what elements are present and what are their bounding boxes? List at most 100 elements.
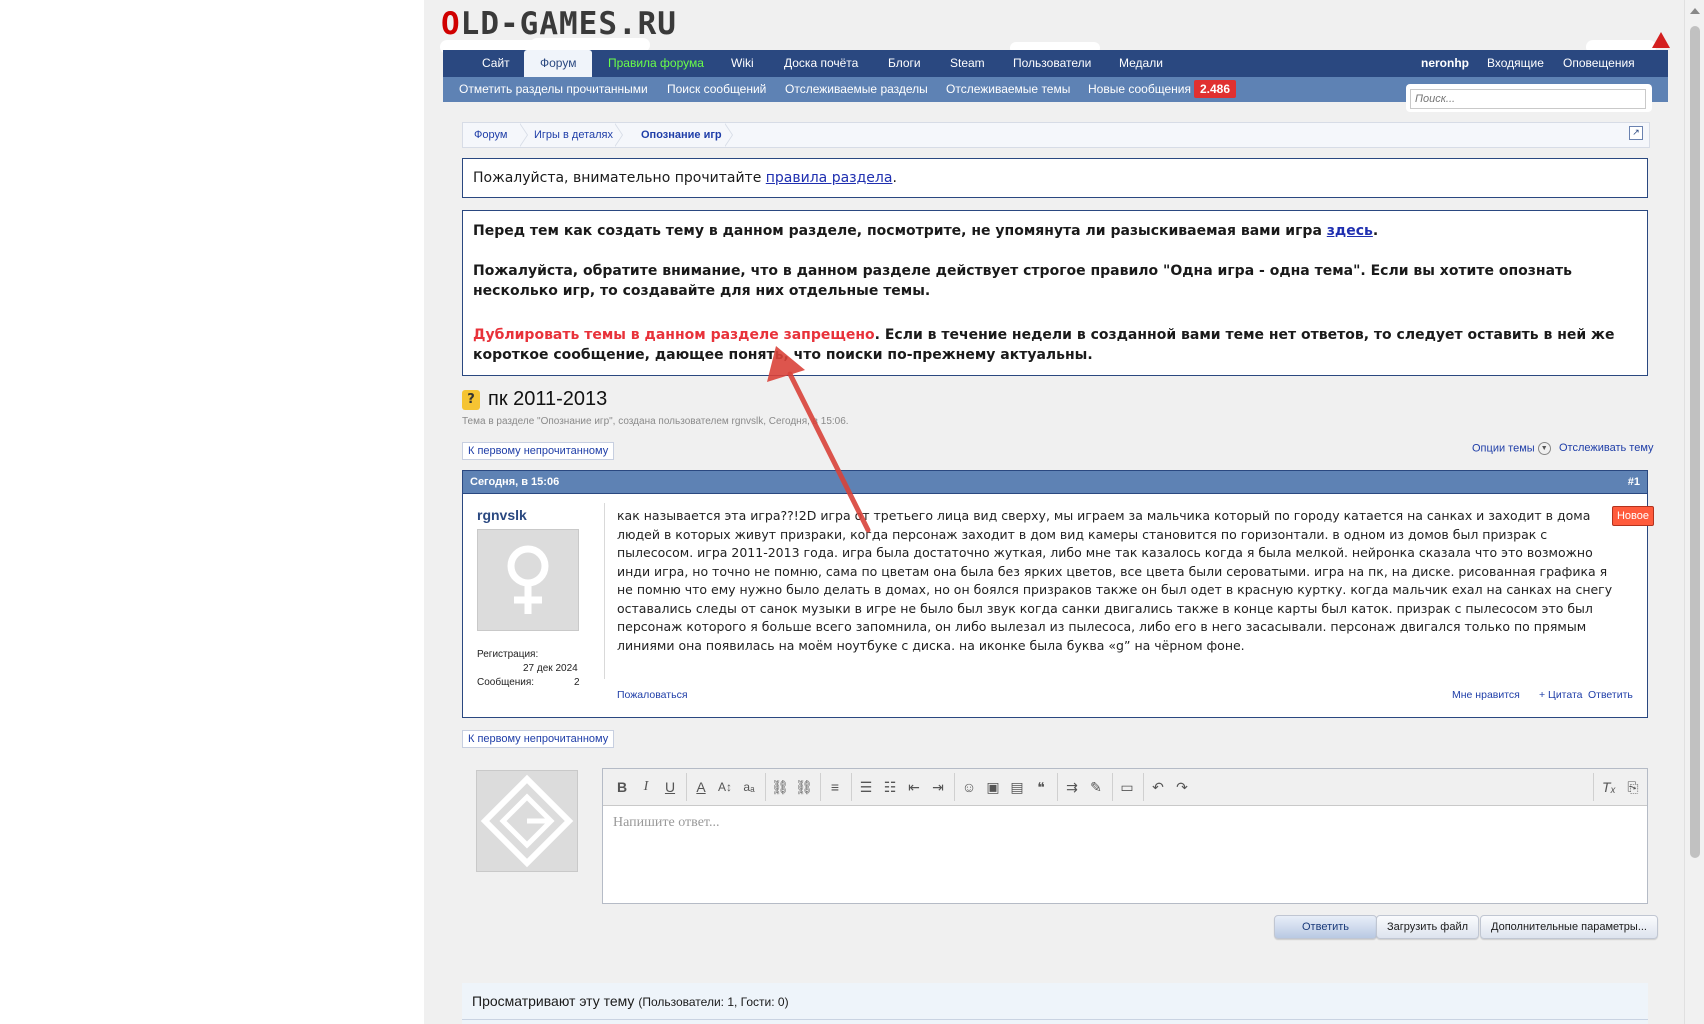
save-draft-icon[interactable]: ▭ — [1116, 776, 1138, 798]
unlink-icon[interactable]: ⛓ — [793, 776, 815, 798]
italic-icon[interactable]: I — [635, 776, 657, 798]
scroll-up-arrow-icon[interactable] — [1690, 8, 1700, 14]
smilie-icon[interactable]: ☺ — [958, 776, 980, 798]
nav-alerts[interactable]: Оповещения — [1563, 50, 1635, 77]
indent-icon[interactable]: ⇥ — [927, 776, 949, 798]
font-size-icon[interactable]: A↕ — [714, 776, 736, 798]
watched-forums-link[interactable]: Отслеживаемые разделы — [785, 77, 928, 102]
nav-inbox[interactable]: Входящие — [1487, 50, 1544, 77]
santa-hat-icon — [1652, 32, 1670, 48]
reply-link[interactable]: Ответить — [1588, 689, 1633, 701]
post-body: как называется эта игра??!2D игра от тре… — [617, 508, 1613, 653]
notice-paragraph-2: Пожалуйста, обратите внимание, что в дан… — [473, 263, 1572, 299]
spoiler-icon[interactable]: ✎ — [1085, 776, 1107, 798]
section-rules-link[interactable]: правила раздела — [766, 170, 893, 186]
quote-link[interactable]: + Цитата — [1539, 689, 1583, 701]
registration-date: 27 дек 2024 — [523, 663, 578, 674]
thread-viewers: Просматривают эту тему (Пользователи: 1,… — [462, 983, 1648, 1024]
media-icon[interactable]: ▤ — [1006, 776, 1028, 798]
nav-site[interactable]: Сайт — [482, 50, 510, 77]
viewers-divider — [462, 1019, 1648, 1020]
nav-blogs[interactable]: Блоги — [888, 50, 921, 77]
post-header: Сегодня, в 15:06 #1 — [463, 471, 1647, 494]
search-posts-link[interactable]: Поиск сообщений — [667, 77, 766, 102]
breadcrumb-separator — [724, 123, 735, 147]
nav-forum-rules[interactable]: Правила форума — [608, 50, 704, 77]
notice-paragraph-1: Перед тем как создать тему в данном разд… — [473, 223, 1379, 239]
post-date[interactable]: Сегодня, в 15:06 — [470, 471, 559, 493]
thread-title: пк 2011-2013 — [488, 388, 608, 410]
watch-thread-link[interactable]: Отслеживать тему — [1559, 442, 1654, 454]
outdent-icon[interactable]: ⇤ — [903, 776, 925, 798]
bold-icon[interactable]: B — [611, 776, 633, 798]
reply-avatar[interactable] — [476, 770, 578, 872]
report-link[interactable]: Пожаловаться — [617, 689, 688, 701]
new-posts-link[interactable]: Новые сообщения — [1088, 77, 1191, 102]
nav-medals[interactable]: Медали — [1119, 50, 1163, 77]
upload-file-button[interactable]: Загрузить файл — [1376, 915, 1480, 939]
reply-textarea[interactable] — [611, 813, 1635, 897]
breadcrumb: Форум Игры в деталях Опознание игр — [462, 122, 1650, 148]
font-family-icon[interactable]: aₐ — [738, 776, 760, 798]
nav-user-account[interactable]: neronhp — [1421, 50, 1469, 77]
submit-reply-button[interactable]: Ответить — [1274, 915, 1378, 939]
breadcrumb-game-identification[interactable]: Опознание игр — [641, 123, 722, 147]
breadcrumb-forum[interactable]: Форум — [474, 123, 507, 147]
remove-format-icon[interactable]: Tₓ — [1598, 776, 1620, 798]
toolbar-separator — [1593, 773, 1594, 801]
insert-icon[interactable]: ⇉ — [1061, 776, 1083, 798]
nav-forum[interactable]: Форум — [524, 50, 593, 78]
registration-label: Регистрация: — [477, 649, 539, 660]
link-icon[interactable]: ⛓ — [769, 776, 791, 798]
toolbar-separator — [1143, 773, 1144, 801]
nav-users[interactable]: Пользователи — [1013, 50, 1091, 77]
messages-count[interactable]: 2 — [574, 677, 580, 688]
first-unread-button-bottom[interactable]: К первому непрочитанному — [462, 730, 615, 748]
vertical-scrollbar[interactable] — [1684, 0, 1704, 1024]
nav-honor-board[interactable]: Доска почёта — [784, 50, 858, 77]
search-input[interactable] — [1410, 89, 1646, 109]
default-avatar-icon — [477, 771, 577, 871]
viewers-title: Просматривают эту тему (Пользователи: 1,… — [472, 993, 789, 1009]
align-icon[interactable]: ≡ — [824, 776, 846, 798]
rules-notice-text: Пожалуйста, внимательно прочитайте прави… — [473, 170, 897, 186]
redo-icon[interactable]: ↷ — [1171, 776, 1193, 798]
underline-icon[interactable]: U — [659, 776, 681, 798]
nav-steam[interactable]: Steam — [950, 50, 985, 77]
site-logo[interactable]: OLD-GAMES.RU — [441, 6, 677, 42]
avatar[interactable] — [477, 529, 579, 631]
post-number[interactable]: #1 — [1628, 471, 1640, 493]
chevron-down-icon: ▼ — [1537, 442, 1551, 455]
font-color-icon[interactable]: A — [690, 776, 712, 798]
first-unread-button[interactable]: К первому непрочитанному — [462, 442, 615, 460]
quote-icon[interactable]: ❝ — [1030, 776, 1052, 798]
mark-forums-read-link[interactable]: Отметить разделы прочитанными — [459, 77, 648, 102]
breadcrumb-games-in-detail[interactable]: Игры в деталях — [534, 123, 613, 147]
like-link[interactable]: Мне нравится — [1452, 689, 1520, 701]
bullet-list-icon[interactable]: ☰ — [855, 776, 877, 798]
new-post-badge: Новое — [1612, 506, 1654, 526]
editor-toolbar: B I U A A↕ aₐ ⛓ ⛓ ≡ ☰ ☷ ⇤ ⇥ ☺ ▣ ▤ ❝ ⇉ ✎ … — [603, 769, 1647, 806]
question-prefix-icon: ? — [462, 390, 480, 410]
breadcrumb-separator — [614, 123, 625, 147]
here-link[interactable]: здесь — [1327, 223, 1373, 239]
viewers-counts: (Пользователи: 1, Гости: 0) — [638, 995, 789, 1009]
left-margin — [0, 0, 424, 1024]
reply-editor: B I U A A↕ aₐ ⛓ ⛓ ≡ ☰ ☷ ⇤ ⇥ ☺ ▣ ▤ ❝ ⇉ ✎ … — [602, 768, 1648, 904]
scrollbar-thumb[interactable] — [1690, 26, 1700, 858]
numbered-list-icon[interactable]: ☷ — [879, 776, 901, 798]
post-author[interactable]: rgnvslk — [477, 507, 527, 523]
breadcrumb-separator — [519, 123, 530, 147]
image-icon[interactable]: ▣ — [982, 776, 1004, 798]
watched-threads-link[interactable]: Отслеживаемые темы — [946, 77, 1070, 102]
toggle-source-icon[interactable]: ⎘ — [1622, 776, 1644, 798]
thread-options-link[interactable]: Опции темы ▼ — [1472, 442, 1551, 455]
post: Сегодня, в 15:06 #1 rgnvslk Регистрация:… — [462, 470, 1648, 718]
more-options-button[interactable]: Дополнительные параметры... — [1480, 915, 1658, 939]
nav-wiki[interactable]: Wiki — [731, 50, 754, 77]
undo-icon[interactable]: ↶ — [1147, 776, 1169, 798]
rules-notice: Пожалуйста, внимательно прочитайте прави… — [462, 158, 1648, 198]
new-posts-count-badge[interactable]: 2.486 — [1194, 80, 1237, 98]
toolbar-separator — [954, 773, 955, 801]
external-link-icon[interactable]: ↗ — [1629, 126, 1643, 140]
